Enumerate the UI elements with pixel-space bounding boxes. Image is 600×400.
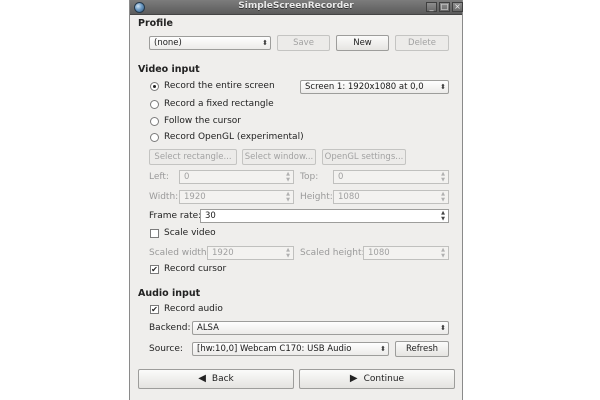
- back-arrow-icon: ◀: [198, 373, 206, 384]
- width-label: Width:: [149, 192, 179, 202]
- record-audio-label[interactable]: Record audio: [164, 304, 223, 314]
- profile-select-value: (none): [154, 38, 182, 48]
- width-spinbox[interactable]: 1920 ▲ ▼: [179, 190, 294, 204]
- height-value: 1080: [338, 192, 360, 202]
- radio-label-opengl[interactable]: Record OpenGL (experimental): [164, 132, 304, 142]
- spin-arrows-icon[interactable]: ▲ ▼: [439, 247, 447, 259]
- profile-select[interactable]: (none) ⬍: [149, 36, 271, 50]
- frame-rate-spinbox[interactable]: 30 ▲ ▼: [200, 209, 449, 223]
- top-spinbox[interactable]: 0 ▲ ▼: [333, 170, 449, 184]
- back-button[interactable]: ◀ Back: [138, 369, 294, 389]
- backend-select[interactable]: ALSA ⬍: [192, 321, 449, 335]
- spin-arrows-icon[interactable]: ▲ ▼: [284, 171, 292, 183]
- scaled-height-label: Scaled height:: [300, 248, 365, 258]
- frame-rate-label: Frame rate:: [149, 211, 202, 221]
- close-icon[interactable]: ×: [452, 2, 463, 12]
- scaled-height-value: 1080: [368, 248, 390, 258]
- delete-profile-button[interactable]: Delete: [395, 35, 449, 51]
- radio-follow-cursor[interactable]: [150, 117, 159, 126]
- scaled-width-spinbox[interactable]: 1920 ▲ ▼: [207, 246, 294, 260]
- continue-arrow-icon: ▶: [349, 373, 358, 384]
- backend-select-value: ALSA: [197, 323, 219, 333]
- new-profile-button[interactable]: New: [336, 35, 389, 51]
- height-label: Height:: [300, 192, 333, 202]
- spin-arrows-icon[interactable]: ▲ ▼: [439, 191, 447, 203]
- top-value: 0: [338, 172, 344, 182]
- radio-record-opengl[interactable]: [150, 133, 159, 142]
- screen-select-value: Screen 1: 1920x1080 at 0,0: [305, 82, 424, 92]
- record-cursor-label[interactable]: Record cursor: [164, 264, 226, 274]
- radio-label-follow-cursor[interactable]: Follow the cursor: [164, 116, 241, 126]
- radio-record-entire-screen[interactable]: [150, 82, 159, 91]
- minimize-icon[interactable]: _: [426, 2, 437, 12]
- radio-label-entire-screen[interactable]: Record the entire screen: [164, 81, 275, 91]
- video-input-section-title: Video input: [138, 64, 200, 75]
- check-mark-icon: ✔: [151, 305, 158, 314]
- left-label: Left:: [149, 172, 169, 182]
- continue-button[interactable]: ▶ Continue: [299, 369, 455, 389]
- profile-section-title: Profile: [138, 18, 173, 29]
- opengl-settings-button[interactable]: OpenGL settings...: [322, 149, 406, 165]
- radio-record-fixed-rectangle[interactable]: [150, 100, 159, 109]
- combo-arrow-icon: ⬍: [440, 83, 446, 91]
- source-select[interactable]: [hw:10,0] Webcam C170: USB Audio ⬍: [192, 342, 389, 356]
- source-label: Source:: [149, 344, 183, 354]
- source-select-value: [hw:10,0] Webcam C170: USB Audio: [197, 344, 352, 354]
- record-cursor-checkbox[interactable]: ✔: [150, 265, 159, 274]
- refresh-button[interactable]: Refresh: [395, 341, 449, 357]
- back-button-label: Back: [211, 374, 234, 384]
- combo-arrow-icon: ⬍: [380, 345, 386, 353]
- title-bar: SimpleScreenRecorder _ □ ×: [130, 0, 463, 15]
- spin-arrows-icon[interactable]: ▲ ▼: [439, 210, 447, 222]
- scaled-width-label: Scaled width:: [149, 248, 210, 258]
- height-spinbox[interactable]: 1080 ▲ ▼: [333, 190, 449, 204]
- frame-rate-value: 30: [205, 211, 216, 221]
- left-spinbox[interactable]: 0 ▲ ▼: [179, 170, 294, 184]
- radio-label-fixed-rectangle[interactable]: Record a fixed rectangle: [164, 99, 274, 109]
- backend-label: Backend:: [149, 323, 191, 333]
- maximize-icon[interactable]: □: [439, 2, 450, 12]
- app-window: SimpleScreenRecorder _ □ × Profile (none…: [129, 0, 463, 400]
- spin-arrows-icon[interactable]: ▲ ▼: [284, 247, 292, 259]
- screen-select[interactable]: Screen 1: 1920x1080 at 0,0 ⬍: [300, 80, 449, 94]
- top-label: Top:: [300, 172, 319, 182]
- save-profile-button[interactable]: Save: [277, 35, 330, 51]
- combo-arrow-icon: ⬍: [440, 324, 446, 332]
- width-value: 1920: [184, 192, 206, 202]
- select-window-button[interactable]: Select window...: [242, 149, 316, 165]
- scaled-width-value: 1920: [212, 248, 234, 258]
- record-audio-checkbox[interactable]: ✔: [150, 305, 159, 314]
- window-title: SimpleScreenRecorder: [238, 1, 354, 11]
- continue-button-label: Continue: [363, 374, 405, 384]
- left-value: 0: [184, 172, 190, 182]
- scaled-height-spinbox[interactable]: 1080 ▲ ▼: [363, 246, 449, 260]
- audio-input-section-title: Audio input: [138, 288, 201, 299]
- combo-arrow-icon: ⬍: [262, 39, 268, 47]
- check-mark-icon: ✔: [151, 265, 158, 274]
- scale-video-checkbox[interactable]: [150, 229, 159, 238]
- scale-video-label[interactable]: Scale video: [164, 228, 216, 238]
- spin-arrows-icon[interactable]: ▲ ▼: [439, 171, 447, 183]
- spin-arrows-icon[interactable]: ▲ ▼: [284, 191, 292, 203]
- select-rectangle-button[interactable]: Select rectangle...: [149, 149, 237, 165]
